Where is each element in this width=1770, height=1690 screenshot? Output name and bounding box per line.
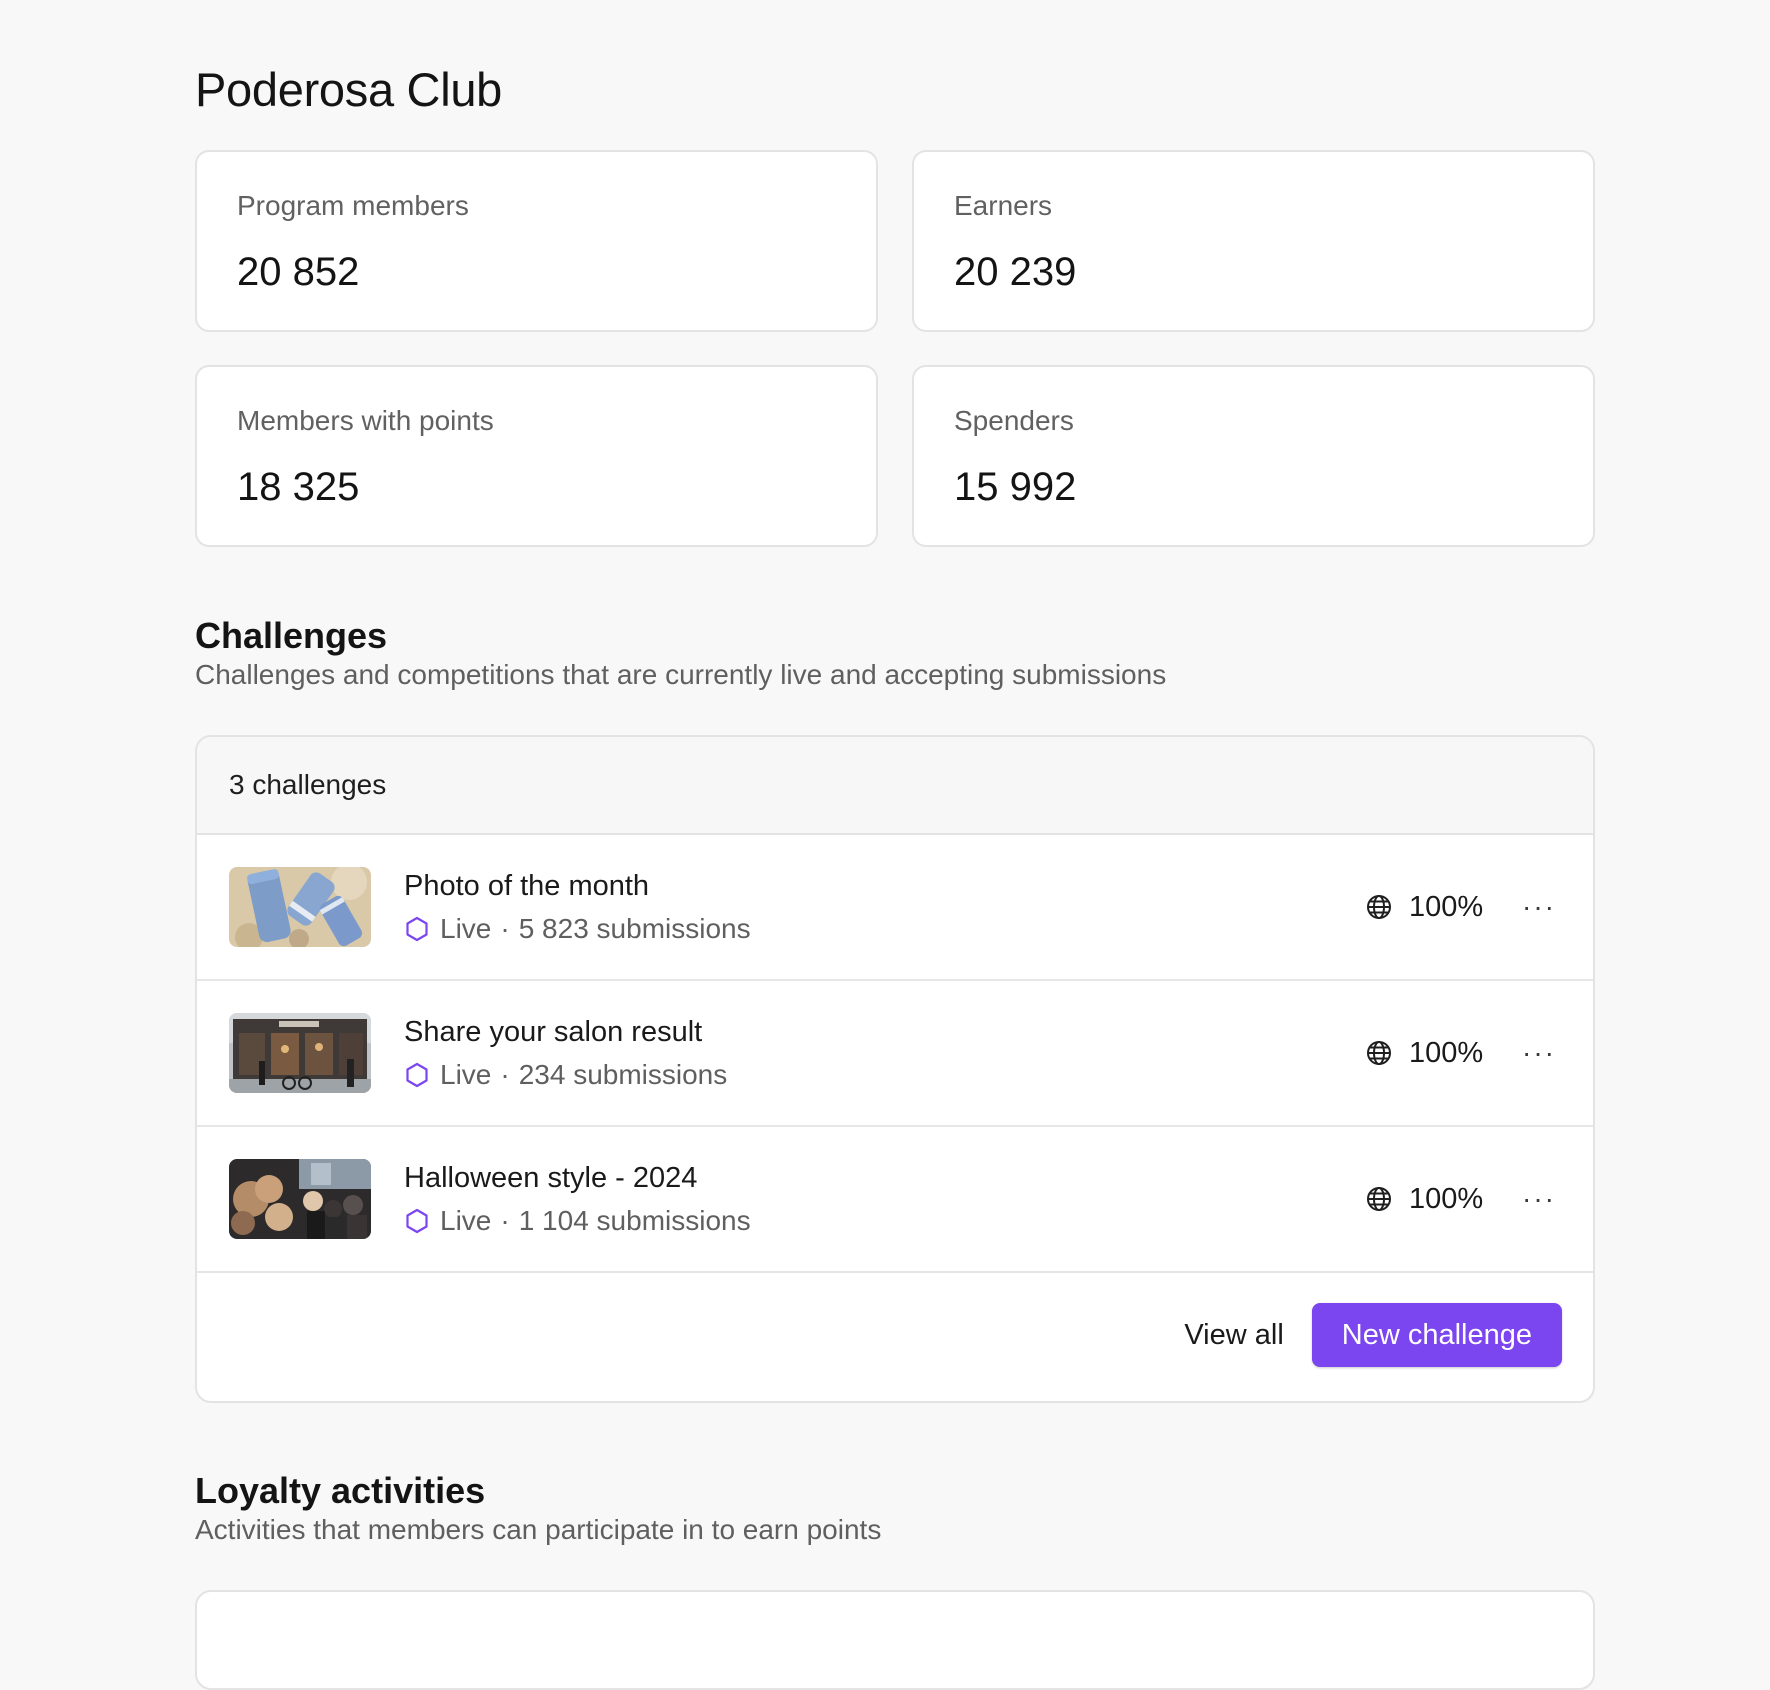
meta-separator: ·	[500, 912, 510, 944]
challenges-section-title: Challenges	[195, 615, 388, 656]
stat-value: 20 852	[237, 250, 360, 294]
challenge-row-actions: 100% ···	[1365, 889, 1561, 925]
product-photo-thumbnail	[229, 867, 371, 947]
visibility-percentage: 100%	[1409, 890, 1484, 923]
globe-icon	[1365, 1039, 1393, 1067]
visibility-percentage: 100%	[1409, 1182, 1484, 1215]
globe-icon	[1365, 1185, 1393, 1213]
stat-value: 15 992	[954, 465, 1077, 509]
challenge-status: Live	[440, 1204, 492, 1236]
challenge-submissions: 5 823 submissions	[518, 912, 751, 944]
stat-card-spenders: Spenders 15 992	[912, 365, 1595, 547]
challenge-row-actions: 100% ···	[1365, 1181, 1561, 1217]
challenges-count-header: 3 challenges	[197, 737, 1593, 835]
page-title: Poderosa Club	[195, 63, 503, 116]
challenge-row-actions: 100% ···	[1365, 1035, 1561, 1071]
more-options-button[interactable]: ···	[1517, 1035, 1561, 1071]
stat-label: Spenders	[954, 405, 1074, 436]
challenges-section-subtitle: Challenges and competitions that are cur…	[195, 659, 1167, 690]
more-options-button[interactable]: ···	[1517, 1181, 1561, 1217]
challenges-card: 3 challenges Photo of the month Live · 5…	[195, 735, 1595, 1403]
challenges-footer: View all New challenge	[197, 1273, 1593, 1397]
stats-grid: Program members 20 852 Earners 20 239 Me…	[195, 150, 1595, 547]
challenge-submissions: 234 submissions	[518, 1058, 728, 1090]
challenge-text: Share your salon result Live · 234 submi…	[404, 1016, 1365, 1091]
visibility-percentage: 100%	[1409, 1036, 1484, 1069]
challenge-submissions: 1 104 submissions	[518, 1204, 751, 1236]
challenge-status: Live	[440, 1058, 492, 1090]
stat-label: Earners	[954, 190, 1053, 221]
hexagon-icon	[404, 1061, 430, 1089]
challenge-row[interactable]: Halloween style - 2024 Live · 1 104 subm…	[197, 1127, 1593, 1273]
challenge-row[interactable]: Share your salon result Live · 234 submi…	[197, 981, 1593, 1127]
challenge-meta: Live · 1 104 submissions	[404, 1205, 1365, 1237]
challenge-status: Live	[440, 912, 492, 944]
challenge-text: Halloween style - 2024 Live · 1 104 subm…	[404, 1162, 1365, 1237]
stat-card-members-with-points: Members with points 18 325	[195, 365, 878, 547]
challenge-title: Halloween style - 2024	[404, 1161, 698, 1194]
challenge-title: Photo of the month	[404, 869, 650, 902]
more-options-button[interactable]: ···	[1517, 889, 1561, 925]
halloween-crowd-thumbnail	[229, 1159, 371, 1239]
meta-separator: ·	[500, 1204, 510, 1236]
stat-card-program-members: Program members 20 852	[195, 150, 878, 332]
salon-storefront-thumbnail	[229, 1013, 371, 1093]
meta-separator: ·	[500, 1058, 510, 1090]
challenges-count: 3 challenges	[229, 769, 387, 800]
stat-value: 20 239	[954, 250, 1077, 294]
loyalty-section-subtitle: Activities that members can participate …	[195, 1514, 882, 1545]
hexagon-icon	[404, 915, 430, 943]
loyalty-activities-card	[195, 1590, 1595, 1690]
stat-value: 18 325	[237, 465, 360, 509]
loyalty-section-title: Loyalty activities	[195, 1470, 486, 1511]
view-all-link[interactable]: View all	[1184, 1319, 1283, 1352]
challenge-title: Share your salon result	[404, 1015, 703, 1048]
new-challenge-button[interactable]: New challenge	[1311, 1303, 1562, 1367]
challenge-meta: Live · 234 submissions	[404, 1059, 1365, 1091]
challenge-meta: Live · 5 823 submissions	[404, 913, 1365, 945]
challenge-text: Photo of the month Live · 5 823 submissi…	[404, 870, 1365, 945]
challenge-row[interactable]: Photo of the month Live · 5 823 submissi…	[197, 835, 1593, 981]
hexagon-icon	[404, 1207, 430, 1235]
globe-icon	[1365, 893, 1393, 921]
stat-label: Members with points	[237, 405, 494, 436]
stat-card-earners: Earners 20 239	[912, 150, 1595, 332]
stat-label: Program members	[237, 190, 469, 221]
